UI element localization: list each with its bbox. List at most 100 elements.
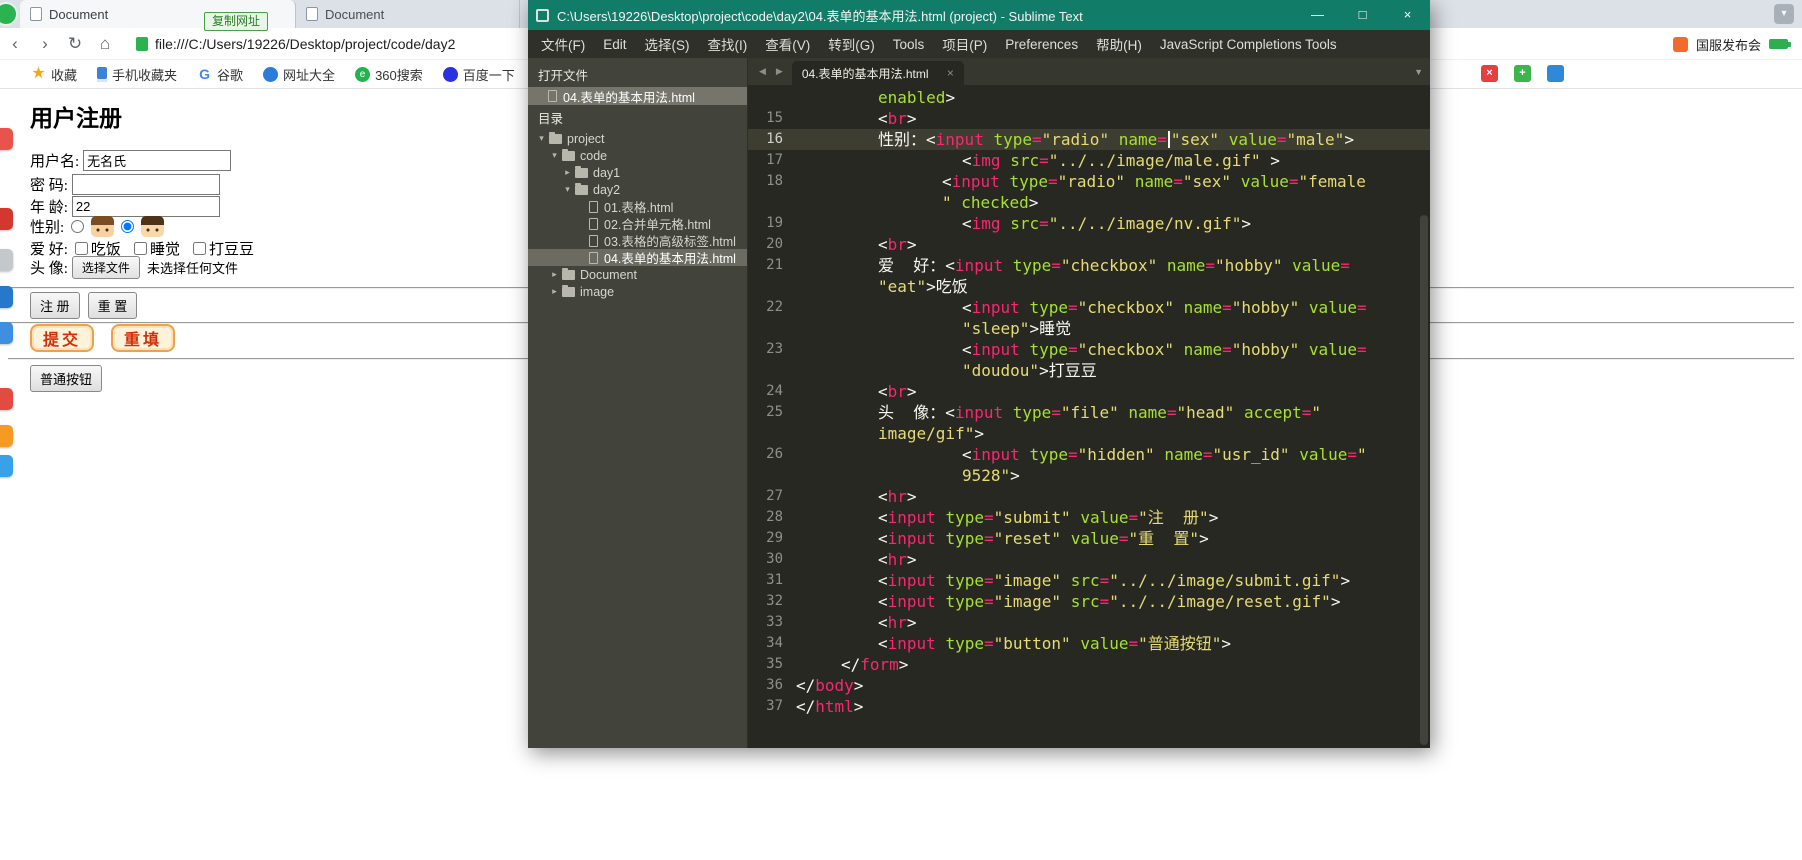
code-line[interactable]: 31 <input type="image" src="../../image/s… <box>748 570 1430 591</box>
code-line[interactable]: 26 <input type="hidden" name="usr_id" val… <box>748 444 1430 465</box>
tree-file[interactable]: 01.表格.html <box>528 198 747 215</box>
panel-app-icon[interactable] <box>0 249 13 271</box>
tree-folder[interactable]: ▾ day2 <box>528 181 747 198</box>
promo-icon[interactable] <box>1672 36 1688 52</box>
close-button[interactable]: × <box>1385 0 1430 30</box>
open-file-item[interactable]: 04.表单的基本用法.html <box>528 87 747 105</box>
code-line[interactable]: 23 <input type="checkbox" name="hobby" va… <box>748 339 1430 360</box>
tab-scroll-right-icon[interactable]: ▶ <box>771 66 788 77</box>
bookmark-tool-icon[interactable] <box>1547 65 1564 82</box>
forward-icon[interactable]: › <box>30 34 60 54</box>
code-line[interactable]: 16 性别：<input type="radio" name= "sex" valu… <box>748 129 1430 150</box>
editor-tab[interactable]: 04.表单的基本用法.html × <box>791 61 964 85</box>
menu-item[interactable]: Tools <box>884 37 934 52</box>
refresh-icon[interactable]: ↻ <box>60 34 90 54</box>
menu-item[interactable]: 转到(G) <box>819 34 884 54</box>
promo-text[interactable]: 国服发布会 <box>1696 35 1761 54</box>
sublime-titlebar[interactable]: C:\Users\19226\Desktop\project\code\day2… <box>528 0 1430 30</box>
gender-male-radio[interactable] <box>71 219 85 233</box>
menu-item[interactable]: 查找(I) <box>699 34 757 54</box>
code-line[interactable]: 15 <br> <box>748 108 1430 129</box>
bookmark-tool-icon[interactable]: + <box>1514 65 1531 82</box>
panel-app-icon[interactable] <box>0 388 13 410</box>
code-line[interactable]: 19 <img src="../../image/nv.gif"> <box>748 213 1430 234</box>
choose-file-button[interactable]: 选择文件 <box>71 255 140 279</box>
hobby-checkbox[interactable] <box>74 241 88 255</box>
code-line[interactable]: 30 <hr> <box>748 549 1430 570</box>
bookmark-item[interactable]: ★ 收藏 <box>22 62 86 86</box>
code-line[interactable]: 36 </body> <box>748 675 1430 696</box>
bookmark-item[interactable]: 网址大全 <box>254 62 344 86</box>
image-reset-button[interactable]: 重填 <box>111 324 176 352</box>
register-button[interactable]: 注 册 <box>30 291 80 319</box>
tree-file[interactable]: 03.表格的高级标签.html <box>528 232 747 249</box>
code-line[interactable]: 33 <hr> <box>748 612 1430 633</box>
panel-app-icon[interactable] <box>0 455 13 477</box>
code-line[interactable]: 25 头 像：<input type="file" name="head" acc… <box>748 402 1430 423</box>
reset-button[interactable]: 重 置 <box>87 291 138 319</box>
menu-item[interactable]: 选择(S) <box>636 34 699 54</box>
hobby-checkbox[interactable] <box>192 241 206 255</box>
code-line[interactable]: 20 <br> <box>748 234 1430 255</box>
home-icon[interactable]: ⌂ <box>90 34 120 54</box>
plain-button[interactable]: 普通按钮 <box>30 364 103 392</box>
panel-app-icon[interactable] <box>0 425 13 447</box>
tree-folder[interactable]: ▸ day1 <box>528 164 747 181</box>
code-line[interactable]: " checked> <box>748 192 1430 213</box>
tab-tools-icon[interactable]: ▾ <box>1774 4 1794 24</box>
code-line[interactable]: 35 </form> <box>748 654 1430 675</box>
code-line[interactable]: 32 <input type="image" src="../../image/r… <box>748 591 1430 612</box>
code-line[interactable]: "doudou">打豆豆 <box>748 360 1430 381</box>
panel-app-icon[interactable] <box>0 208 13 230</box>
menu-item[interactable]: 帮助(H) <box>1087 34 1151 54</box>
menu-item[interactable]: 查看(V) <box>756 34 819 54</box>
code-line[interactable]: "eat">吃饭 <box>748 276 1430 297</box>
code-line[interactable]: 24 <br> <box>748 381 1430 402</box>
image-submit-button[interactable]: 提交 <box>30 324 95 352</box>
menu-item[interactable]: 项目(P) <box>933 34 996 54</box>
code-line[interactable]: image/gif"> <box>748 423 1430 444</box>
password-input[interactable] <box>71 173 220 195</box>
bookmark-item[interactable]: 百度一下 <box>434 62 524 86</box>
menu-item[interactable]: Edit <box>594 37 635 52</box>
minimize-button[interactable]: — <box>1295 0 1340 30</box>
code-line[interactable]: 22 <input type="checkbox" name="hobby" va… <box>748 297 1430 318</box>
code-line[interactable]: enabled> <box>748 87 1430 108</box>
code-line[interactable]: 28 <input type="submit" value="注 册"> <box>748 507 1430 528</box>
code-line[interactable]: 9528"> <box>748 465 1430 486</box>
gender-female-radio[interactable] <box>121 219 135 233</box>
code-line[interactable]: 21 爱 好：<input type="checkbox" name="hobby… <box>748 255 1430 276</box>
tab-close-icon[interactable]: × <box>947 66 954 80</box>
panel-app-icon[interactable] <box>0 128 13 150</box>
code-line[interactable]: 18 <input type="radio" name="sex" value="… <box>748 171 1430 192</box>
tree-file[interactable]: 04.表单的基本用法.html <box>528 249 747 266</box>
scrollbar-thumb[interactable] <box>1420 215 1428 745</box>
code-line[interactable]: 34 <input type="button" value="普通按钮"> <box>748 633 1430 654</box>
bookmark-item[interactable]: e 360搜索 <box>346 62 432 86</box>
tree-folder[interactable]: ▸ image <box>528 283 747 300</box>
bookmark-tool-icon[interactable]: × <box>1481 65 1498 82</box>
code-editor[interactable]: enabled> 15 <br> 16 性别：<input type="radio" n… <box>748 85 1430 748</box>
hobby-checkbox[interactable] <box>133 241 147 255</box>
tree-folder[interactable]: ▸ Document <box>528 266 747 283</box>
tree-folder[interactable]: ▾ project <box>528 130 747 147</box>
url-text[interactable]: file:///C:/Users/19226/Desktop/project/c… <box>155 36 465 52</box>
menu-item[interactable]: 文件(F) <box>532 34 594 54</box>
code-line[interactable]: 37 </html> <box>748 696 1430 717</box>
maximize-button[interactable]: □ <box>1340 0 1385 30</box>
username-input[interactable] <box>83 149 232 171</box>
code-line[interactable]: 27 <hr> <box>748 486 1430 507</box>
tab-overflow-icon[interactable]: ▼ <box>1414 67 1423 77</box>
menu-item[interactable]: JavaScript Completions Tools <box>1151 37 1346 52</box>
tree-folder[interactable]: ▾ code <box>528 147 747 164</box>
menu-item[interactable]: Preferences <box>996 37 1087 52</box>
panel-app-icon[interactable] <box>0 286 13 308</box>
tree-file[interactable]: 02.合并单元格.html <box>528 215 747 232</box>
browser-tab[interactable]: Document <box>296 0 520 28</box>
tab-scroll-left-icon[interactable]: ◀ <box>754 66 771 77</box>
bookmark-item[interactable]: G 谷歌 <box>188 62 252 86</box>
code-line[interactable]: "sleep">睡觉 <box>748 318 1430 339</box>
code-line[interactable]: 29 <input type="reset" value="重 置"> <box>748 528 1430 549</box>
bookmark-item[interactable]: 手机收藏夹 <box>88 62 186 86</box>
code-line[interactable]: 17 <img src="../../image/male.gif" > <box>748 150 1430 171</box>
